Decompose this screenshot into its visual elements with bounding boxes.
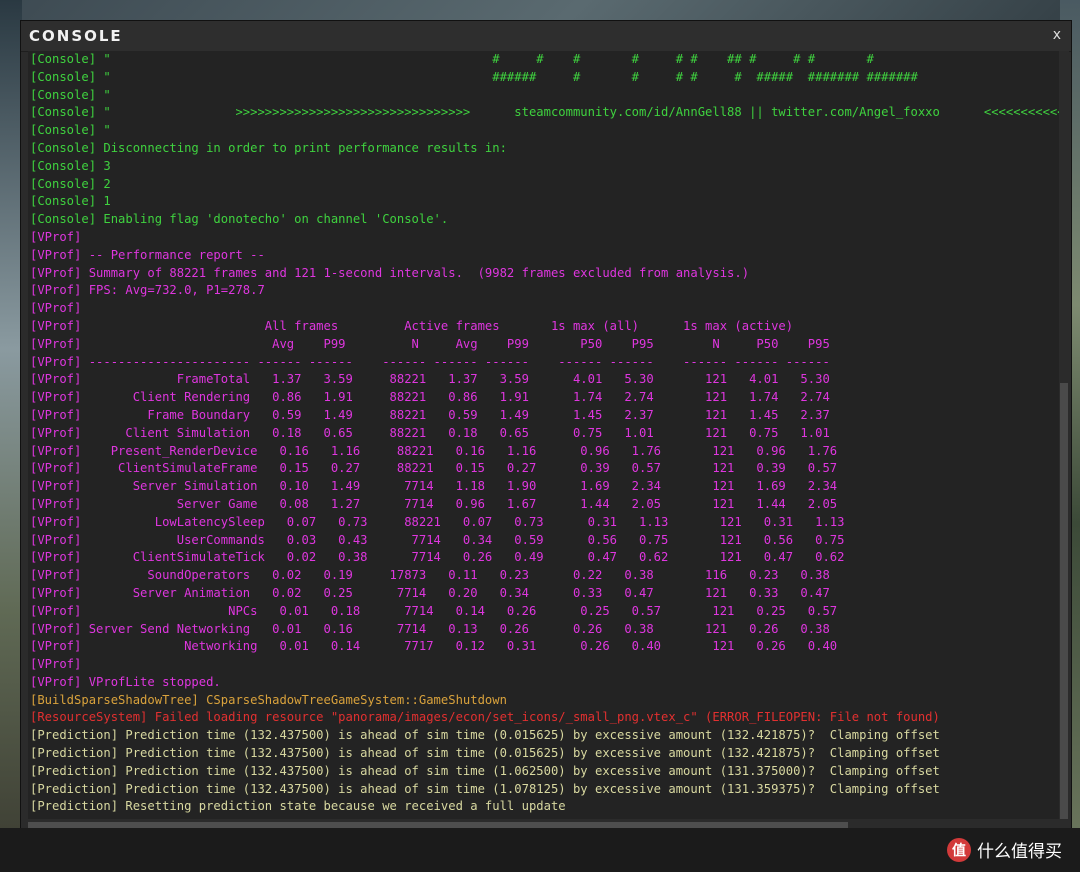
game-hud-bottom	[0, 828, 1080, 872]
console-line: [ResourceSystem] Failed loading resource…	[30, 710, 940, 725]
console-line: [Prediction] Prediction time (132.437500…	[30, 781, 940, 796]
console-line: [VProf] Summary of 88221 frames and 121 …	[30, 265, 750, 280]
console-line: [Console] " >>>>>>>>>>>>>>>>>>>>>>>>>>>>…	[30, 105, 1068, 120]
console-line: [Prediction] Prediction time (132.437500…	[30, 728, 940, 743]
console-line: [VProf] Server Animation 0.02 0.25 7714 …	[30, 585, 830, 600]
console-line: [BuildSparseShadowTree] CSparseShadowTre…	[30, 692, 507, 707]
game-background-left	[0, 0, 22, 872]
console-line: [VProf] VProfLite stopped.	[30, 674, 221, 689]
console-window: CONSOLE x [Console] " # # # # # # ## # #…	[20, 20, 1079, 864]
watermark: 值 什么值得买	[947, 837, 1062, 862]
console-line: [VProf] Server Game 0.08 1.27 7714 0.96 …	[30, 496, 838, 511]
console-line: [Console] " ###### # # # # # ##### #####…	[30, 69, 918, 84]
console-line: [VProf] Server Simulation 0.10 1.49 7714…	[30, 479, 838, 494]
console-line: [VProf] FrameTotal 1.37 3.59 88221 1.37 …	[30, 372, 830, 387]
console-line: [VProf] Client Simulation 0.18 0.65 8822…	[30, 425, 830, 440]
console-line: [Prediction] Prediction time (132.437500…	[30, 763, 940, 778]
console-line: [VProf]	[30, 657, 82, 672]
console-line: [VProf] Server Send Networking 0.01 0.16…	[30, 621, 830, 636]
console-line: [Prediction] Prediction time (132.437500…	[30, 746, 940, 761]
console-line: [Console] 3	[30, 158, 111, 173]
console-line: [VProf] LowLatencySleep 0.07 0.73 88221 …	[30, 514, 845, 529]
console-line: [VProf] ClientSimulateTick 0.02 0.38 771…	[30, 550, 845, 565]
console-line: [VProf] NPCs 0.01 0.18 7714 0.14 0.26 0.…	[30, 603, 838, 618]
console-line: [Console] "	[30, 87, 111, 102]
console-line: [VProf] SoundOperators 0.02 0.19 17873 0…	[30, 568, 830, 583]
console-line: [VProf] Networking 0.01 0.14 7717 0.12 0…	[30, 639, 838, 654]
console-log: [Console] " # # # # # # ## # # # # [Conso…	[28, 51, 1068, 819]
vertical-scrollbar-thumb[interactable]	[1060, 383, 1068, 819]
console-line: [Console] Enabling flag 'donotecho' on c…	[30, 212, 449, 227]
console-line: [VProf] All frames Active frames 1s max …	[30, 318, 794, 333]
console-line: [VProf] FPS: Avg=732.0, P1=278.7	[30, 283, 265, 298]
console-line: [VProf] Client Rendering 0.86 1.91 88221…	[30, 390, 830, 405]
console-line: [Console] "	[30, 123, 111, 138]
console-line: [Console] Disconnecting in order to prin…	[30, 140, 507, 155]
console-line: [Console] 2	[30, 176, 111, 191]
console-line: [VProf] -- Performance report --	[30, 247, 265, 262]
console-line: [VProf] UserCommands 0.03 0.43 7714 0.34…	[30, 532, 845, 547]
console-line: [VProf] ClientSimulateFrame 0.15 0.27 88…	[30, 461, 838, 476]
console-line: [Prediction] Resetting prediction state …	[30, 799, 566, 814]
console-line: [VProf] Present_RenderDevice 0.16 1.16 8…	[30, 443, 838, 458]
console-line: [VProf]	[30, 229, 82, 244]
watermark-logo-icon: 值	[947, 837, 971, 862]
console-line: [Console] 1	[30, 194, 111, 209]
watermark-text: 什么值得买	[977, 842, 1062, 862]
close-icon[interactable]: x	[1053, 27, 1061, 43]
console-line: [VProf]	[30, 301, 82, 316]
console-title: CONSOLE	[29, 27, 123, 45]
console-line: [VProf] Frame Boundary 0.59 1.49 88221 0…	[30, 407, 830, 422]
console-titlebar[interactable]: CONSOLE x	[21, 21, 1071, 52]
console-line: [VProf] Avg P99 N Avg P99 P50 P95 N P50 …	[30, 336, 830, 351]
console-line: [Console] " # # # # # # ## # # # #	[30, 52, 874, 66]
console-line: [VProf] ---------------------- ------ --…	[30, 354, 830, 369]
